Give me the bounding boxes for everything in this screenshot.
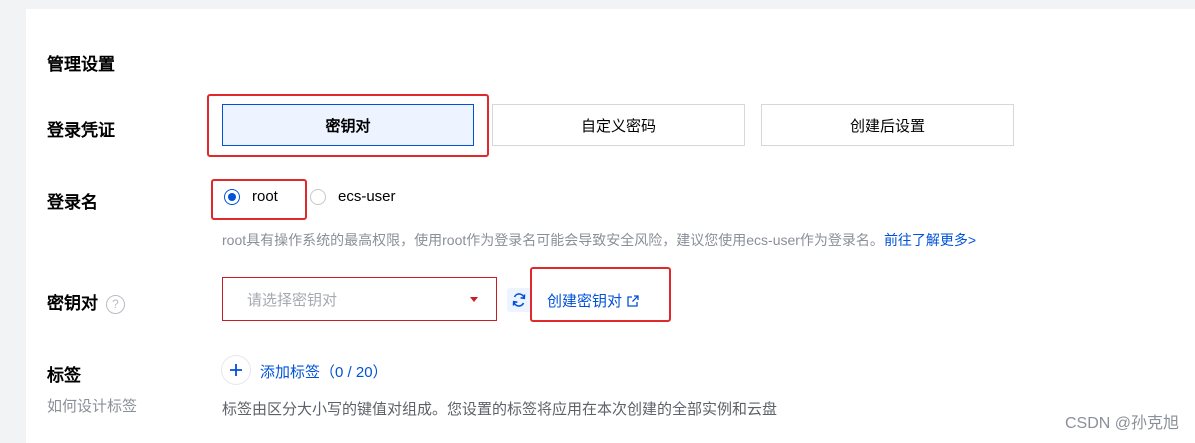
radio-ecs-user-label: ecs-user — [338, 188, 396, 205]
tags-sublabel: 如何设计标签 — [47, 398, 138, 415]
help-icon[interactable]: ? — [106, 295, 125, 314]
key-pair-label-row: 密钥对? — [47, 289, 125, 314]
settings-panel — [26, 9, 1195, 443]
section-title: 管理设置 — [47, 55, 115, 74]
plus-icon — [230, 364, 242, 376]
login-credential-label: 登录凭证 — [47, 121, 115, 140]
credential-option-custom-password[interactable]: 自定义密码 — [492, 104, 745, 146]
add-tag-button[interactable] — [222, 356, 250, 384]
chevron-down-icon — [470, 296, 478, 302]
key-pair-label: 密钥对 — [47, 294, 98, 313]
highlight-box-credential — [207, 94, 489, 157]
tags-hint: 标签由区分大小写的键值对组成。您设置的标签将应用在本次创建的全部实例和云盘 — [222, 401, 778, 418]
credential-option-set-later[interactable]: 创建后设置 — [761, 104, 1014, 146]
key-pair-select[interactable]: 请选择密钥对 — [222, 277, 497, 321]
key-pair-select-placeholder: 请选择密钥对 — [247, 291, 338, 309]
refresh-button[interactable] — [507, 288, 531, 312]
refresh-icon — [512, 293, 526, 307]
login-name-label: 登录名 — [47, 193, 98, 212]
watermark: CSDN @孙克旭 — [1064, 415, 1179, 432]
left-gutter — [0, 0, 26, 443]
learn-more-link[interactable]: 前往了解更多> — [884, 232, 976, 248]
radio-unchecked-icon — [310, 188, 326, 205]
tags-label: 标签 — [47, 366, 81, 385]
top-strip — [0, 0, 1195, 9]
radio-ecs-user[interactable]: ecs-user — [310, 188, 396, 205]
add-tag-link[interactable]: 添加标签（0 / 20） — [260, 361, 388, 382]
highlight-box-create-key-pair — [530, 267, 671, 322]
login-name-hint: root具有操作系统的最高权限，使用root作为登录名可能会导致安全风险，建议您… — [222, 230, 976, 250]
highlight-box-root — [211, 179, 307, 220]
login-name-hint-text: root具有操作系统的最高权限，使用root作为登录名可能会导致安全风险，建议您… — [222, 232, 884, 248]
